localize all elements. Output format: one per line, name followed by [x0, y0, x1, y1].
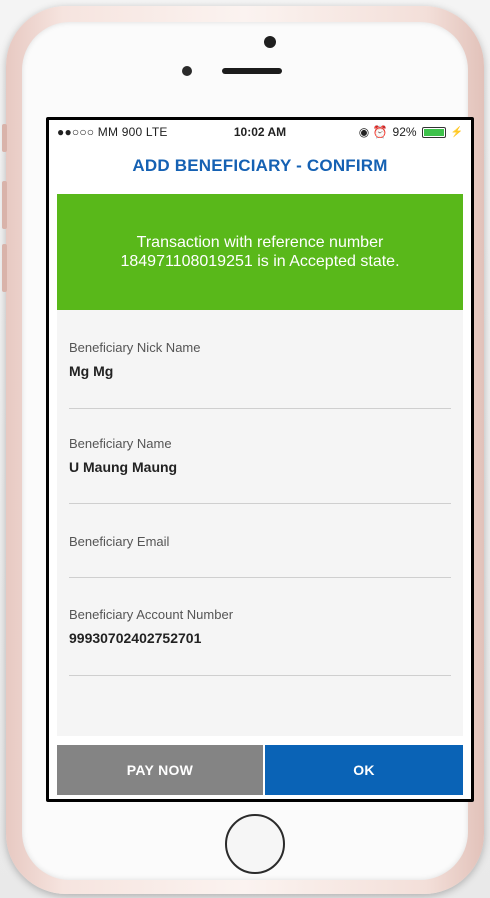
- phone-screen: ●●○○○ MM 900 LTE 10:02 AM ◉ ⏰ 92% ⚡ ADD …: [46, 117, 474, 802]
- field-value: 99930702402752701: [69, 630, 202, 646]
- divider: [57, 503, 463, 504]
- earpiece-speaker: [222, 68, 282, 74]
- status-right: ◉ ⏰ 92% ⚡: [359, 125, 463, 139]
- field-value: Mg Mg: [69, 363, 114, 379]
- action-buttons: PAY NOW OK: [57, 745, 463, 795]
- battery-icon: [421, 126, 446, 138]
- alarm-lock-icons: ◉ ⏰: [358, 125, 388, 139]
- pay-now-label: PAY NOW: [126, 762, 194, 778]
- front-camera-icon: [264, 36, 276, 48]
- ok-button[interactable]: OK: [265, 745, 463, 795]
- status-bar: ●●○○○ MM 900 LTE 10:02 AM ◉ ⏰ 92% ⚡: [49, 120, 471, 142]
- volume-up-button: [2, 181, 7, 229]
- divider-line: [69, 577, 451, 578]
- app-screen: ●●○○○ MM 900 LTE 10:02 AM ◉ ⏰ 92% ⚡ ADD …: [49, 120, 471, 799]
- field-label: Beneficiary Name: [69, 436, 172, 451]
- divider-line: [69, 503, 451, 504]
- battery-percent: 92%: [392, 125, 417, 139]
- home-button[interactable]: [225, 814, 285, 874]
- proximity-sensor-icon: [182, 66, 192, 76]
- divider: [57, 408, 463, 409]
- divider: [57, 577, 463, 578]
- field-email: Beneficiary Email: [57, 534, 463, 574]
- field-label: Beneficiary Nick Name: [69, 340, 201, 355]
- divider-line: [69, 408, 451, 409]
- field-label: Beneficiary Email: [69, 534, 170, 549]
- volume-down-button: [2, 244, 7, 292]
- field-value: [69, 557, 451, 574]
- page-title: ADD BENEFICIARY - CONFIRM: [132, 156, 388, 175]
- field-name: Beneficiary Name U Maung Maung: [57, 436, 463, 476]
- ok-label: OK: [353, 762, 375, 778]
- mute-switch: [2, 124, 7, 152]
- pay-now-button[interactable]: PAY NOW: [57, 745, 263, 795]
- divider: [57, 675, 463, 676]
- battery-level: [423, 128, 444, 136]
- banner-message: Transaction with reference number 184971…: [120, 234, 400, 270]
- success-banner: Transaction with reference number 184971…: [57, 194, 463, 310]
- content-area: Transaction with reference number 184971…: [57, 194, 463, 736]
- divider-line: [69, 675, 451, 676]
- charging-icon: ⚡: [450, 126, 463, 138]
- field-label: Beneficiary Account Number: [69, 607, 234, 622]
- phone-frame: ●●○○○ MM 900 LTE 10:02 AM ◉ ⏰ 92% ⚡ ADD …: [2, 6, 484, 894]
- field-nick-name: Beneficiary Nick Name Mg Mg: [57, 340, 463, 380]
- field-value: U Maung Maung: [69, 459, 178, 475]
- field-account-number: Beneficiary Account Number 9993070240275…: [57, 607, 463, 647]
